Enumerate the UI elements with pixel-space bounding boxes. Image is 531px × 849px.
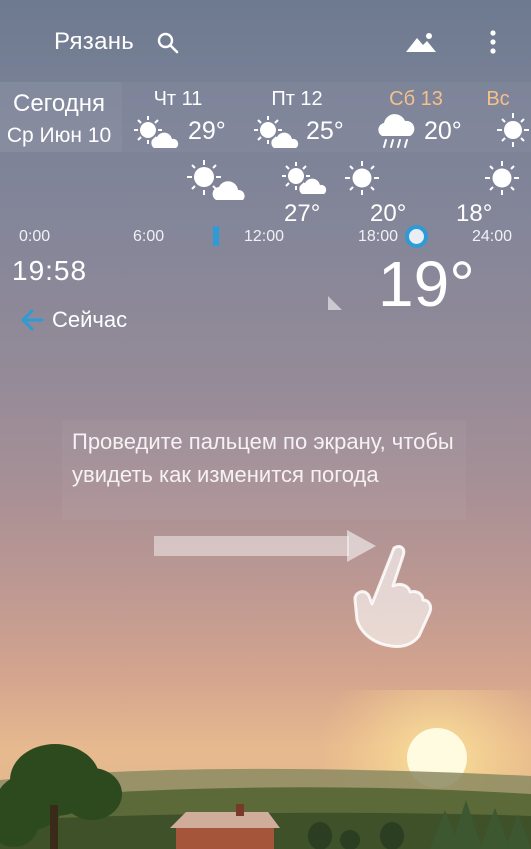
time-label: 12:00	[244, 228, 285, 245]
day-temp-1: 29°	[188, 117, 226, 145]
more-vert-icon[interactable]	[483, 28, 503, 56]
hour-temp: 27°	[284, 200, 321, 227]
corner-arrow-icon	[328, 296, 342, 310]
time-label: 6:00	[133, 228, 165, 245]
hour-temp: 18°	[456, 200, 493, 227]
day-temp-2: 25°	[306, 117, 344, 145]
rain-cloud-icon	[378, 114, 415, 148]
time-label: 18:00	[358, 228, 399, 245]
sun-cloud-icon	[254, 116, 299, 148]
day-temp-3: 20°	[424, 117, 462, 145]
current-time: 19:58	[12, 255, 88, 286]
sun-icon	[345, 161, 379, 195]
sunrise-marker	[213, 226, 219, 246]
day-name-3[interactable]: Сб 13	[366, 88, 466, 111]
swipe-hint-text: Проведите пальцем по экрану, чтобы увиде…	[72, 429, 454, 487]
today-date: Ср Июн 10	[6, 124, 112, 147]
city-name[interactable]: Рязань	[54, 28, 134, 56]
mountain-icon[interactable]	[404, 30, 438, 54]
day-name-4[interactable]: Вс	[468, 88, 528, 111]
today-label: Сегодня	[13, 90, 105, 117]
sun-icon	[497, 113, 529, 147]
day-name-2[interactable]: Пт 12	[247, 88, 347, 111]
hand-pointer-icon	[353, 544, 433, 648]
sun-cloud-icon	[134, 116, 179, 148]
landscape-illustration	[0, 690, 531, 849]
sun-cloud-icon	[282, 162, 327, 194]
arrow-left-icon[interactable]	[20, 308, 44, 332]
search-icon[interactable]	[156, 31, 180, 55]
sun-icon	[485, 161, 519, 195]
time-slider-handle[interactable]	[405, 225, 428, 248]
sun-cloud-icon	[187, 160, 245, 200]
time-label: 0:00	[19, 228, 51, 245]
current-temperature: 19°	[378, 248, 475, 320]
time-label: 24:00	[472, 228, 513, 245]
day-name-1[interactable]: Чт 11	[128, 88, 228, 111]
now-label[interactable]: Сейчас	[52, 307, 127, 333]
hour-temp: 20°	[370, 200, 407, 227]
